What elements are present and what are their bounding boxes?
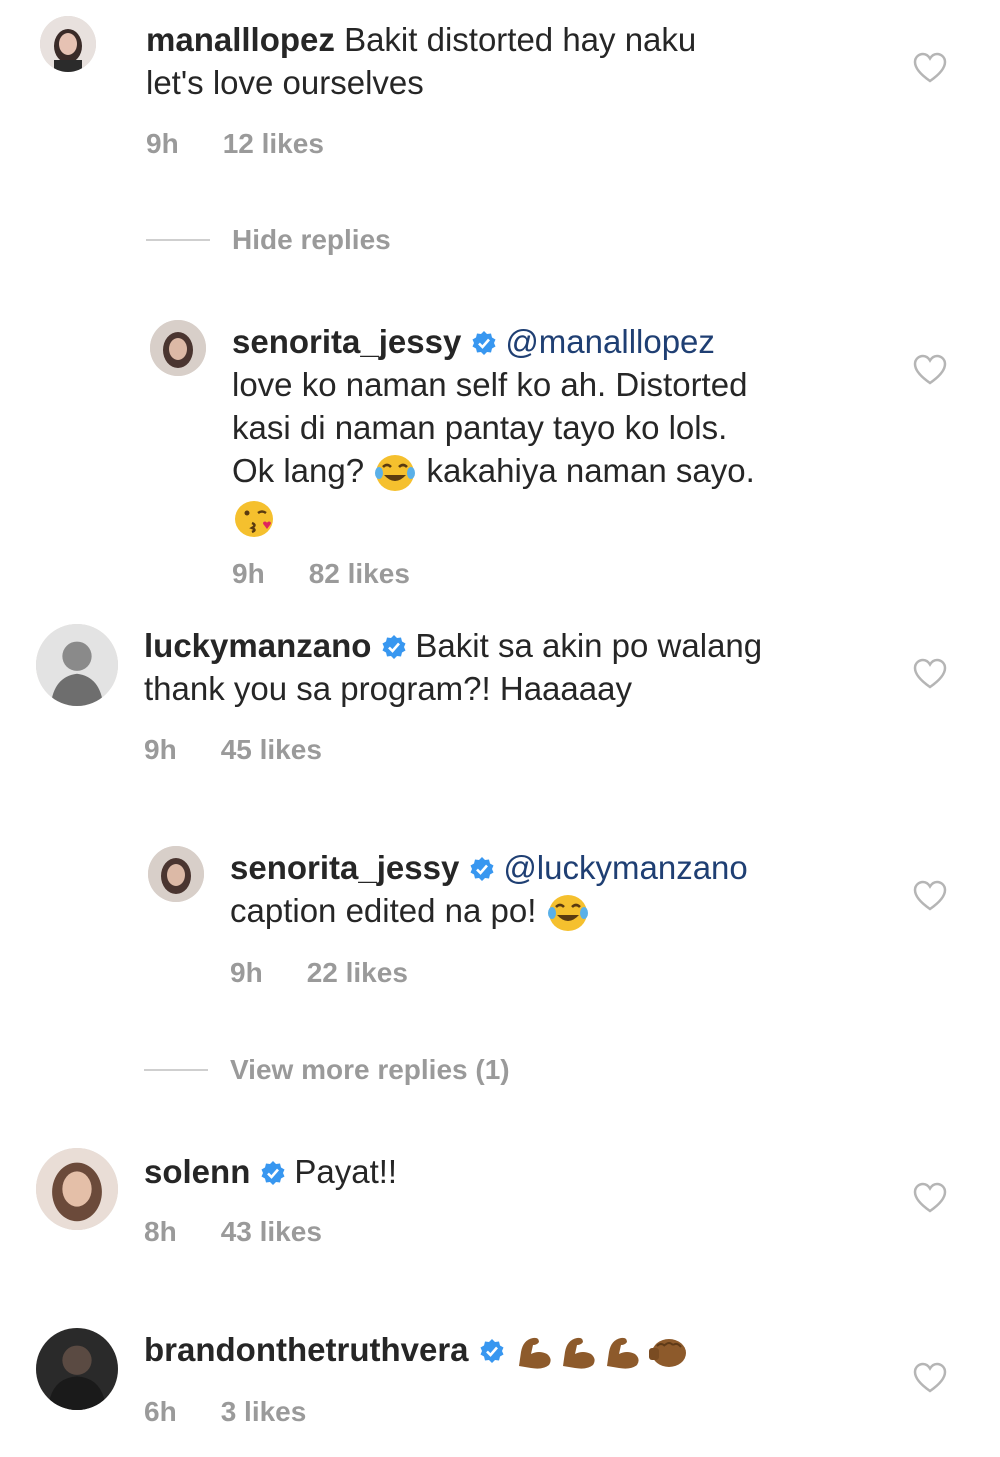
comment-meta: 9h 82 likes xyxy=(232,558,454,590)
avatar[interactable] xyxy=(36,1328,118,1410)
flexed-biceps-emoji xyxy=(606,1338,639,1369)
comment-text: luckymanzano Bakit sa akin po walang than… xyxy=(144,627,763,707)
comment-meta: 9h 22 likes xyxy=(230,957,452,989)
flexed-biceps-emoji xyxy=(518,1338,551,1369)
username[interactable]: senorita_jessy xyxy=(232,323,461,360)
timestamp: 6h xyxy=(144,1396,177,1427)
verified-badge-icon xyxy=(382,635,406,659)
like-heart-icon[interactable] xyxy=(913,52,947,84)
username[interactable]: senorita_jessy xyxy=(230,849,459,886)
verified-badge-icon xyxy=(480,1339,504,1363)
likes-count[interactable]: 45 likes xyxy=(221,734,322,765)
avatar[interactable] xyxy=(36,624,118,706)
likes-count[interactable]: 22 likes xyxy=(307,957,408,988)
timestamp: 9h xyxy=(232,558,265,589)
verified-badge-icon xyxy=(261,1161,285,1185)
avatar[interactable] xyxy=(40,16,96,72)
comment-meta: 9h 12 likes xyxy=(146,128,368,160)
timestamp: 9h xyxy=(144,734,177,765)
username[interactable]: solenn xyxy=(144,1153,250,1190)
comment-text: solenn Payat!! xyxy=(144,1153,398,1190)
username[interactable]: manalllopez xyxy=(146,21,335,58)
like-heart-icon[interactable] xyxy=(913,354,947,386)
mention-link[interactable]: @manalllopez xyxy=(505,323,715,360)
likes-count[interactable]: 82 likes xyxy=(309,558,410,589)
fist-emoji xyxy=(648,1339,686,1368)
comment-text: senorita_jessy @luckymanzano caption edit… xyxy=(230,846,880,933)
hide-replies-toggle[interactable]: Hide replies xyxy=(146,224,391,256)
comment-text: senorita_jessy @manalllopez love ko naman… xyxy=(232,320,882,539)
verified-badge-icon xyxy=(470,857,494,881)
comment-text: manalllopez Bakit distorted hay naku let… xyxy=(146,21,697,101)
comment-text: brandonthetruthvera xyxy=(144,1328,904,1372)
timestamp: 9h xyxy=(230,957,263,988)
likes-count[interactable]: 12 likes xyxy=(223,128,324,159)
likes-count[interactable]: 3 likes xyxy=(221,1396,307,1427)
avatar[interactable] xyxy=(148,846,204,902)
view-more-replies-toggle[interactable]: View more replies (1) xyxy=(144,1054,510,1086)
comment-meta: 9h 45 likes xyxy=(144,734,366,766)
laughing-crying-emoji xyxy=(375,455,416,492)
timestamp: 9h xyxy=(146,128,179,159)
mention-link[interactable]: @luckymanzano xyxy=(503,849,747,886)
comment-meta: 6h 3 likes xyxy=(144,1396,350,1428)
like-heart-icon[interactable] xyxy=(913,1362,947,1394)
laughing-crying-emoji xyxy=(547,895,588,932)
flexed-biceps-emoji xyxy=(562,1338,595,1369)
username[interactable]: brandonthetruthvera xyxy=(144,1331,469,1368)
username[interactable]: luckymanzano xyxy=(144,627,371,664)
avatar[interactable] xyxy=(36,1148,118,1230)
like-heart-icon[interactable] xyxy=(913,880,947,912)
comment-meta: 8h 43 likes xyxy=(144,1216,366,1248)
avatar[interactable] xyxy=(150,320,206,376)
likes-count[interactable]: 43 likes xyxy=(221,1216,322,1247)
divider-line xyxy=(144,1069,208,1071)
like-heart-icon[interactable] xyxy=(913,1182,947,1214)
timestamp: 8h xyxy=(144,1216,177,1247)
verified-badge-icon xyxy=(472,331,496,355)
divider-line xyxy=(146,239,210,241)
kissing-emoji xyxy=(235,500,273,537)
like-heart-icon[interactable] xyxy=(913,658,947,690)
